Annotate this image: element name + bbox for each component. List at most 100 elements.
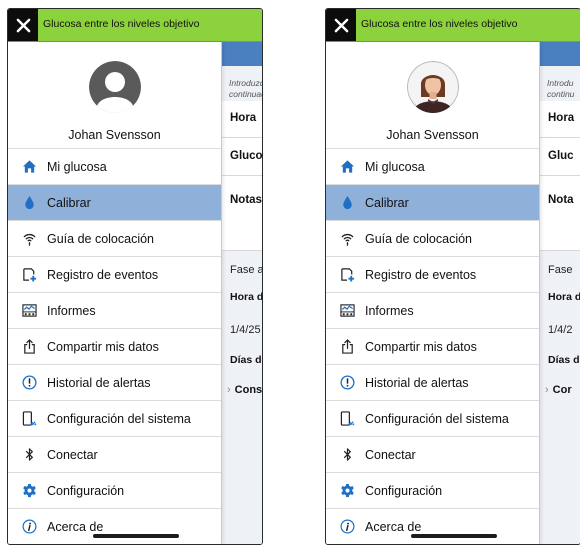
chevron-right-icon: ›	[227, 384, 231, 396]
user-name: Johan Svensson	[68, 128, 161, 142]
close-button[interactable]	[8, 9, 38, 41]
menu-item-label: Informes	[365, 303, 414, 318]
menu-item-configuracion[interactable]: Configuración	[326, 473, 539, 509]
glucose-row[interactable]: Glucos	[221, 138, 262, 176]
menu-item-label: Configuración	[47, 483, 125, 498]
menu-item-label: Configuración del sistema	[47, 411, 191, 426]
info-icon	[339, 519, 355, 535]
phone-screen-generic-avatar: Glucosa entre los niveles objetivo Intro…	[7, 8, 263, 545]
notes-row[interactable]: Nota	[539, 176, 580, 251]
menu-item-label: Conectar	[365, 447, 416, 462]
header-bar: Glucosa entre los niveles objetivo	[8, 9, 262, 42]
menu-item-label: Mi glucosa	[365, 159, 425, 174]
menu-item-configuracion[interactable]: Configuración	[8, 473, 221, 509]
menu-item-label: Calibrar	[365, 195, 409, 210]
cons-link[interactable]: › Cor	[545, 384, 572, 396]
gear-icon	[339, 483, 355, 499]
dias-de-label: Días d	[548, 354, 580, 366]
add-event-icon	[21, 267, 37, 283]
header-bar: Glucosa entre los niveles objetivo	[326, 9, 580, 42]
menu-item-acerca-de[interactable]: Acerca de	[8, 509, 221, 544]
menu-item-configuracion-del-sistema[interactable]: Configuración del sistema	[8, 401, 221, 437]
avatar[interactable]	[407, 61, 459, 113]
menu-item-conectar[interactable]: Conectar	[326, 437, 539, 473]
drop-icon	[339, 195, 355, 211]
share-icon	[339, 339, 355, 355]
menu-item-calibrar[interactable]: Calibrar	[326, 185, 539, 221]
hora-de-label: Hora d	[548, 291, 580, 303]
menu-item-label: Mi glucosa	[47, 159, 107, 174]
menu-item-calibrar[interactable]: Calibrar	[8, 185, 221, 221]
reports-icon	[21, 303, 37, 319]
menu-item-label: Informes	[47, 303, 96, 318]
calibration-screen-background: Introduzc continuac Hora Glucos Notas Fa…	[221, 42, 262, 544]
close-button[interactable]	[326, 9, 356, 41]
close-icon	[16, 18, 30, 32]
content-header	[539, 42, 580, 66]
time-row[interactable]: Hora	[221, 101, 262, 138]
menu-item-registro-de-eventos[interactable]: Registro de eventos	[8, 257, 221, 293]
add-event-icon	[339, 267, 355, 283]
menu-item-conectar[interactable]: Conectar	[8, 437, 221, 473]
hora-de-label: Hora de	[230, 291, 262, 303]
drop-icon	[21, 195, 37, 211]
menu-item-label: Registro de eventos	[365, 267, 477, 282]
menu-item-label: Acerca de	[365, 519, 422, 534]
avatar[interactable]	[89, 61, 141, 113]
menu-item-informes[interactable]: Informes	[326, 293, 539, 329]
cons-link[interactable]: › Cons	[227, 384, 262, 396]
alert-icon	[21, 375, 37, 391]
menu-item-registro-de-eventos[interactable]: Registro de eventos	[326, 257, 539, 293]
home-icon	[339, 159, 355, 175]
menu-item-label: Acerca de	[47, 519, 104, 534]
close-icon	[334, 18, 348, 32]
user-photo-icon	[407, 61, 459, 113]
menu-item-label: Historial de alertas	[47, 375, 151, 390]
menu-item-label: Guía de colocación	[47, 231, 155, 246]
share-icon	[21, 339, 37, 355]
menu-item-label: Calibrar	[47, 195, 91, 210]
system-settings-icon	[21, 411, 37, 427]
notes-row[interactable]: Notas	[221, 176, 262, 251]
phase-label: Fase a	[230, 264, 262, 276]
chevron-right-icon: ›	[545, 384, 549, 396]
menu-item-guia-de-colocacion[interactable]: Guía de colocación	[326, 221, 539, 257]
menu-item-label: Conectar	[47, 447, 98, 462]
glucose-row[interactable]: Gluc	[539, 138, 580, 176]
intro-text: Introduzc continuac	[229, 78, 262, 99]
calibration-screen-background: Introdu continu Hora Gluc Nota Fase Hora…	[539, 42, 580, 544]
header-title: Glucosa entre los niveles objetivo	[361, 18, 518, 30]
menu-item-label: Configuración del sistema	[365, 411, 509, 426]
home-indicator	[411, 534, 497, 538]
menu-item-historial-de-alertas[interactable]: Historial de alertas	[326, 365, 539, 401]
menu-item-mi-glucosa[interactable]: Mi glucosa	[326, 149, 539, 185]
date-value: 1/4/2	[548, 324, 573, 336]
menu-item-acerca-de[interactable]: Acerca de	[326, 509, 539, 544]
menu-item-label: Registro de eventos	[47, 267, 159, 282]
menu-item-label: Compartir mis datos	[365, 339, 477, 354]
menu-item-configuracion-del-sistema[interactable]: Configuración del sistema	[326, 401, 539, 437]
menu-item-compartir-mis-datos[interactable]: Compartir mis datos	[8, 329, 221, 365]
system-settings-icon	[339, 411, 355, 427]
intro-text: Introdu continu	[547, 78, 575, 99]
user-silhouette-icon	[89, 61, 141, 113]
home-icon	[21, 159, 37, 175]
side-menu: Johan Svensson Mi glucosa Calibrar Guía de…	[326, 42, 540, 544]
header-title: Glucosa entre los niveles objetivo	[43, 18, 200, 30]
signal-icon	[21, 231, 37, 247]
time-row[interactable]: Hora	[539, 101, 580, 138]
dias-de-label: Días de	[230, 354, 262, 366]
info-icon	[21, 519, 37, 535]
menu-item-compartir-mis-datos[interactable]: Compartir mis datos	[326, 329, 539, 365]
content-header	[221, 42, 262, 66]
reports-icon	[339, 303, 355, 319]
home-indicator	[93, 534, 179, 538]
menu-item-mi-glucosa[interactable]: Mi glucosa	[8, 149, 221, 185]
menu-item-historial-de-alertas[interactable]: Historial de alertas	[8, 365, 221, 401]
user-name: Johan Svensson	[386, 128, 479, 142]
menu-item-guia-de-colocacion[interactable]: Guía de colocación	[8, 221, 221, 257]
phase-label: Fase	[548, 264, 573, 276]
menu-item-informes[interactable]: Informes	[8, 293, 221, 329]
menu-list: Mi glucosa Calibrar Guía de colocación Regi…	[8, 148, 221, 544]
menu-list: Mi glucosa Calibrar Guía de colocación Regi…	[326, 148, 539, 544]
